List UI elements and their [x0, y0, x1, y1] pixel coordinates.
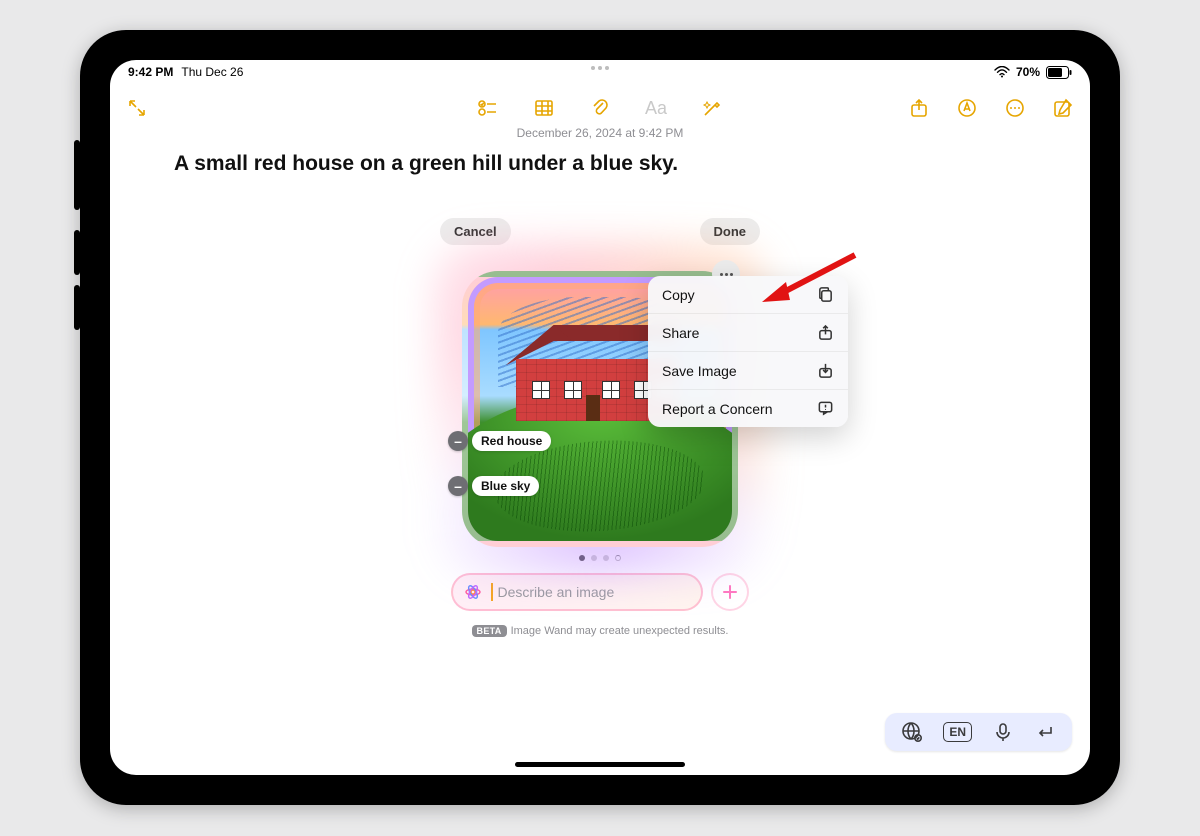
status-time: 9:42 PM	[128, 65, 173, 79]
compose-icon[interactable]	[1052, 97, 1074, 119]
dictation-mic-icon[interactable]	[992, 721, 1014, 743]
tag-red-house-label[interactable]: Red house	[472, 431, 551, 451]
screen: 9:42 PM Thu Dec 26 70%	[110, 60, 1090, 775]
keyboard-accessory: EN	[885, 713, 1072, 751]
remove-tag-blue-sky[interactable]: –	[448, 476, 468, 496]
table-icon[interactable]	[533, 97, 555, 119]
image-wand-panel: Cancel Done Copy Share Save Image	[440, 218, 760, 637]
note-date: December 26, 2024 at 9:42 PM	[110, 126, 1090, 140]
battery-icon	[1046, 66, 1072, 79]
tag-red-house: – Red house	[448, 431, 551, 451]
text-cursor	[491, 583, 493, 601]
note-title[interactable]: A small red house on a green hill under …	[174, 152, 1026, 176]
battery-percent: 70%	[1016, 65, 1040, 79]
menu-copy-label: Copy	[662, 287, 695, 303]
menu-report-concern[interactable]: Report a Concern	[648, 390, 848, 427]
remove-tag-red-house[interactable]: –	[448, 431, 468, 451]
keyboard-language[interactable]: EN	[943, 722, 972, 742]
menu-share[interactable]: Share	[648, 314, 848, 352]
markup-icon[interactable]	[956, 97, 978, 119]
text-format-button[interactable]: Aa	[645, 97, 667, 119]
multitask-dots[interactable]	[591, 66, 609, 70]
notes-toolbar: Aa	[110, 88, 1090, 128]
status-date: Thu Dec 26	[181, 65, 243, 79]
menu-share-label: Share	[662, 325, 699, 341]
tag-blue-sky: – Blue sky	[448, 476, 539, 496]
checklist-icon[interactable]	[477, 97, 499, 119]
wifi-icon	[994, 66, 1010, 78]
describe-placeholder: Describe an image	[498, 584, 615, 600]
save-image-icon	[817, 362, 834, 379]
beta-badge: BETA	[472, 625, 507, 637]
share-icon[interactable]	[908, 97, 930, 119]
status-bar: 9:42 PM Thu Dec 26 70%	[110, 60, 1090, 84]
tag-blue-sky-label[interactable]: Blue sky	[472, 476, 539, 496]
more-icon[interactable]	[1004, 97, 1026, 119]
attachment-icon[interactable]	[589, 97, 611, 119]
image-wand-icon[interactable]	[701, 97, 723, 119]
return-key-icon[interactable]	[1034, 721, 1056, 743]
share-out-icon	[817, 324, 834, 341]
add-element-button[interactable]	[711, 573, 749, 611]
annotation-arrow	[760, 250, 860, 305]
menu-save-image[interactable]: Save Image	[648, 352, 848, 390]
intelligence-icon	[463, 582, 483, 602]
ipad-bezel: 9:42 PM Thu Dec 26 70%	[80, 30, 1120, 805]
menu-report-label: Report a Concern	[662, 401, 773, 417]
describe-image-input[interactable]: Describe an image	[451, 573, 703, 611]
emoji-globe-icon[interactable]	[901, 721, 923, 743]
menu-save-image-label: Save Image	[662, 363, 737, 379]
disclaimer-row: BETA Image Wand may create unexpected res…	[440, 625, 760, 637]
report-icon	[817, 400, 834, 417]
collapse-sidebar-icon[interactable]	[126, 97, 148, 119]
disclaimer-text: Image Wand may create unexpected results…	[511, 625, 729, 637]
home-indicator[interactable]	[515, 762, 685, 767]
